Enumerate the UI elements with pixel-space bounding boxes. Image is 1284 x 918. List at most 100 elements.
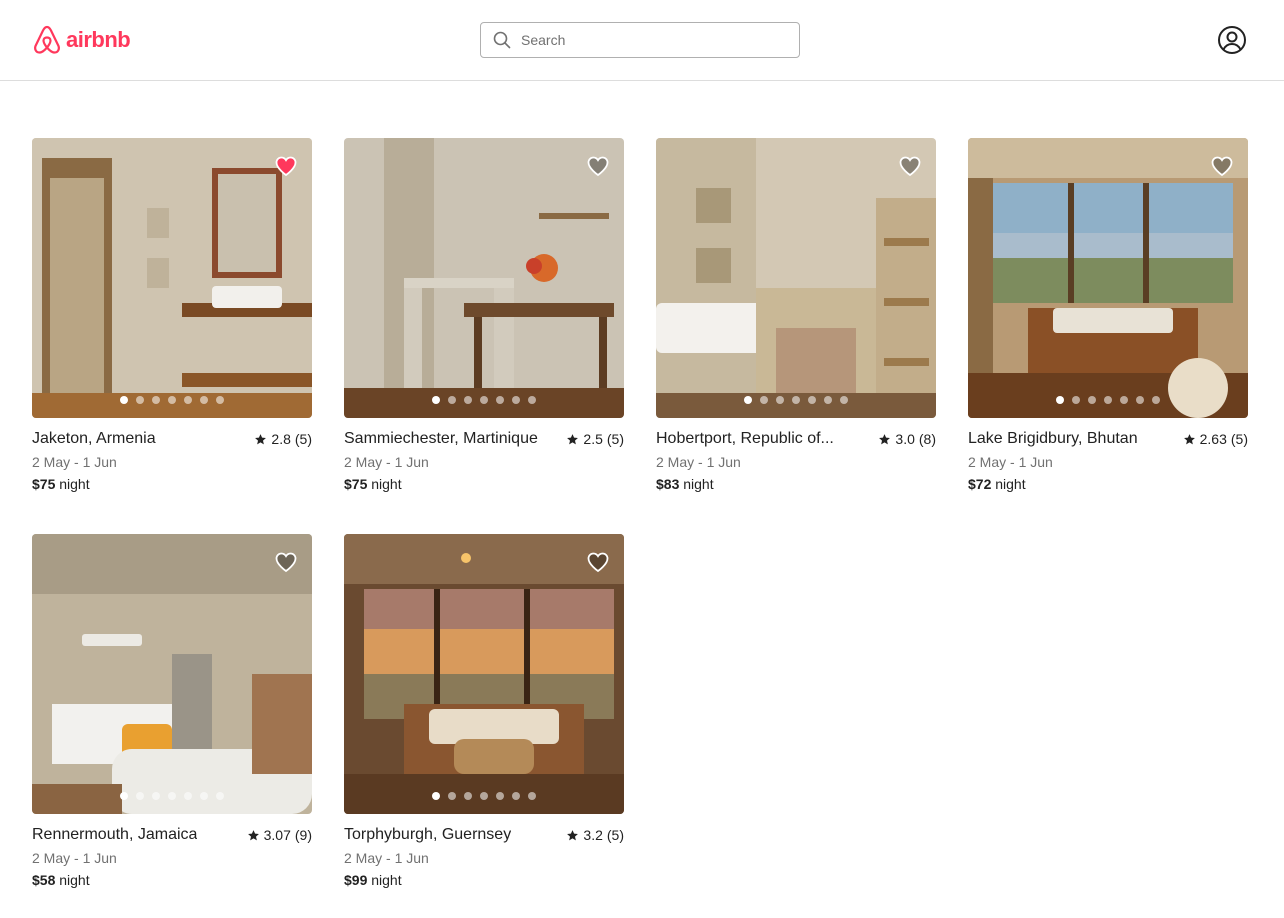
photo-dot[interactable]: [464, 792, 472, 800]
photo-dot[interactable]: [1056, 396, 1064, 404]
listing-image: [968, 138, 1248, 418]
listing-card[interactable]: Torphyburgh, Guernsey 3.2 (5) 2 May - 1 …: [344, 534, 624, 890]
listing-location[interactable]: Hobertport, Republic of...: [656, 430, 834, 448]
listing-dates: 2 May - 1 Jun: [344, 454, 429, 470]
photo-dot[interactable]: [496, 396, 504, 404]
photo-dot[interactable]: [808, 396, 816, 404]
listing-photo[interactable]: [344, 534, 624, 814]
photo-dot[interactable]: [1136, 396, 1144, 404]
photo-dot[interactable]: [824, 396, 832, 404]
photo-dot[interactable]: [1072, 396, 1080, 404]
photo-dot[interactable]: [120, 396, 128, 404]
photo-dot[interactable]: [216, 792, 224, 800]
photo-dot[interactable]: [448, 792, 456, 800]
photo-dot[interactable]: [1120, 396, 1128, 404]
rating-value: 3.2: [583, 827, 603, 843]
listing-photo[interactable]: [968, 138, 1248, 418]
listing-dates: 2 May - 1 Jun: [32, 454, 117, 470]
photo-dot[interactable]: [528, 396, 536, 404]
listing-price: $58 night: [32, 872, 312, 890]
photo-dot[interactable]: [776, 396, 784, 404]
search-input[interactable]: [521, 32, 781, 48]
listing-location[interactable]: Torphyburgh, Guernsey: [344, 826, 511, 844]
search-bar[interactable]: [480, 22, 800, 58]
listing-location[interactable]: Jaketon, Armenia: [32, 430, 156, 448]
photo-dot[interactable]: [512, 792, 520, 800]
price-amount: $75: [32, 476, 56, 492]
listing-photo[interactable]: [32, 534, 312, 814]
photo-pagination: [344, 792, 624, 800]
review-count: (8): [918, 431, 936, 447]
photo-pagination: [32, 396, 312, 404]
brand-name: airbnb: [66, 27, 131, 52]
photo-dot[interactable]: [448, 396, 456, 404]
photo-dot[interactable]: [528, 792, 536, 800]
photo-dot[interactable]: [432, 792, 440, 800]
listing-location[interactable]: Sammiechester, Martinique: [344, 430, 538, 448]
star-icon: [567, 829, 579, 840]
star-icon: [879, 433, 891, 444]
airbnb-logo-icon: [34, 25, 60, 54]
listing-card[interactable]: Rennermouth, Jamaica 3.07 (9) 2 May - 1 …: [32, 534, 312, 890]
heart-icon[interactable]: [274, 550, 298, 574]
photo-dot[interactable]: [184, 792, 192, 800]
heart-icon[interactable]: [586, 550, 610, 574]
photo-dot[interactable]: [200, 396, 208, 404]
rating-value: 3.0: [895, 431, 915, 447]
price-unit: night: [995, 476, 1026, 492]
photo-dot[interactable]: [840, 396, 848, 404]
photo-dot[interactable]: [760, 396, 768, 404]
photo-dot[interactable]: [200, 792, 208, 800]
listing-photo[interactable]: [656, 138, 936, 418]
photo-dot[interactable]: [432, 396, 440, 404]
photo-dot[interactable]: [120, 792, 128, 800]
photo-dot[interactable]: [464, 396, 472, 404]
listing-price: $72 night: [968, 476, 1248, 494]
photo-dot[interactable]: [152, 792, 160, 800]
listing-photo[interactable]: [32, 138, 312, 418]
listing-rating: 2.8 (5): [254, 431, 312, 447]
airbnb-logo[interactable]: airbnb: [32, 23, 131, 57]
listing-rating: 2.5 (5): [566, 431, 624, 447]
price-unit: night: [59, 476, 90, 492]
photo-dot[interactable]: [216, 396, 224, 404]
heart-icon[interactable]: [586, 154, 610, 178]
photo-dot[interactable]: [480, 792, 488, 800]
listing-location[interactable]: Lake Brigidbury, Bhutan: [968, 430, 1138, 448]
listing-image: [344, 138, 624, 418]
listing-card[interactable]: Lake Brigidbury, Bhutan 2.63 (5) 2 May -…: [968, 138, 1248, 494]
listing-card[interactable]: Sammiechester, Martinique 2.5 (5) 2 May …: [344, 138, 624, 494]
listing-rating: 3.07 (9): [247, 827, 312, 843]
photo-dot[interactable]: [184, 396, 192, 404]
user-menu-button[interactable]: [1216, 24, 1248, 56]
photo-dot[interactable]: [136, 396, 144, 404]
photo-dot[interactable]: [480, 396, 488, 404]
photo-dot[interactable]: [496, 792, 504, 800]
photo-dot[interactable]: [136, 792, 144, 800]
heart-icon[interactable]: [1210, 154, 1234, 178]
listing-photo[interactable]: [344, 138, 624, 418]
listing-dates: 2 May - 1 Jun: [656, 454, 741, 470]
photo-dot[interactable]: [152, 396, 160, 404]
listing-image: [344, 534, 624, 814]
photo-dot[interactable]: [792, 396, 800, 404]
price-amount: $72: [968, 476, 992, 492]
listing-rating: 2.63 (5): [1183, 431, 1248, 447]
heart-icon[interactable]: [274, 154, 298, 178]
user-account-icon: [1218, 26, 1246, 54]
photo-dot[interactable]: [168, 396, 176, 404]
photo-dot[interactable]: [168, 792, 176, 800]
price-unit: night: [683, 476, 714, 492]
listing-card[interactable]: Jaketon, Armenia 2.8 (5) 2 May - 1 Jun $…: [32, 138, 312, 494]
photo-dot[interactable]: [1088, 396, 1096, 404]
review-count: (9): [294, 827, 312, 843]
listing-location[interactable]: Rennermouth, Jamaica: [32, 826, 197, 844]
photo-dot[interactable]: [512, 396, 520, 404]
heart-icon[interactable]: [898, 154, 922, 178]
listing-image: [656, 138, 936, 418]
listing-card[interactable]: Hobertport, Republic of... 3.0 (8) 2 May…: [656, 138, 936, 494]
photo-dot[interactable]: [1152, 396, 1160, 404]
photo-dot[interactable]: [744, 396, 752, 404]
listing-dates: 2 May - 1 Jun: [968, 454, 1053, 470]
photo-dot[interactable]: [1104, 396, 1112, 404]
